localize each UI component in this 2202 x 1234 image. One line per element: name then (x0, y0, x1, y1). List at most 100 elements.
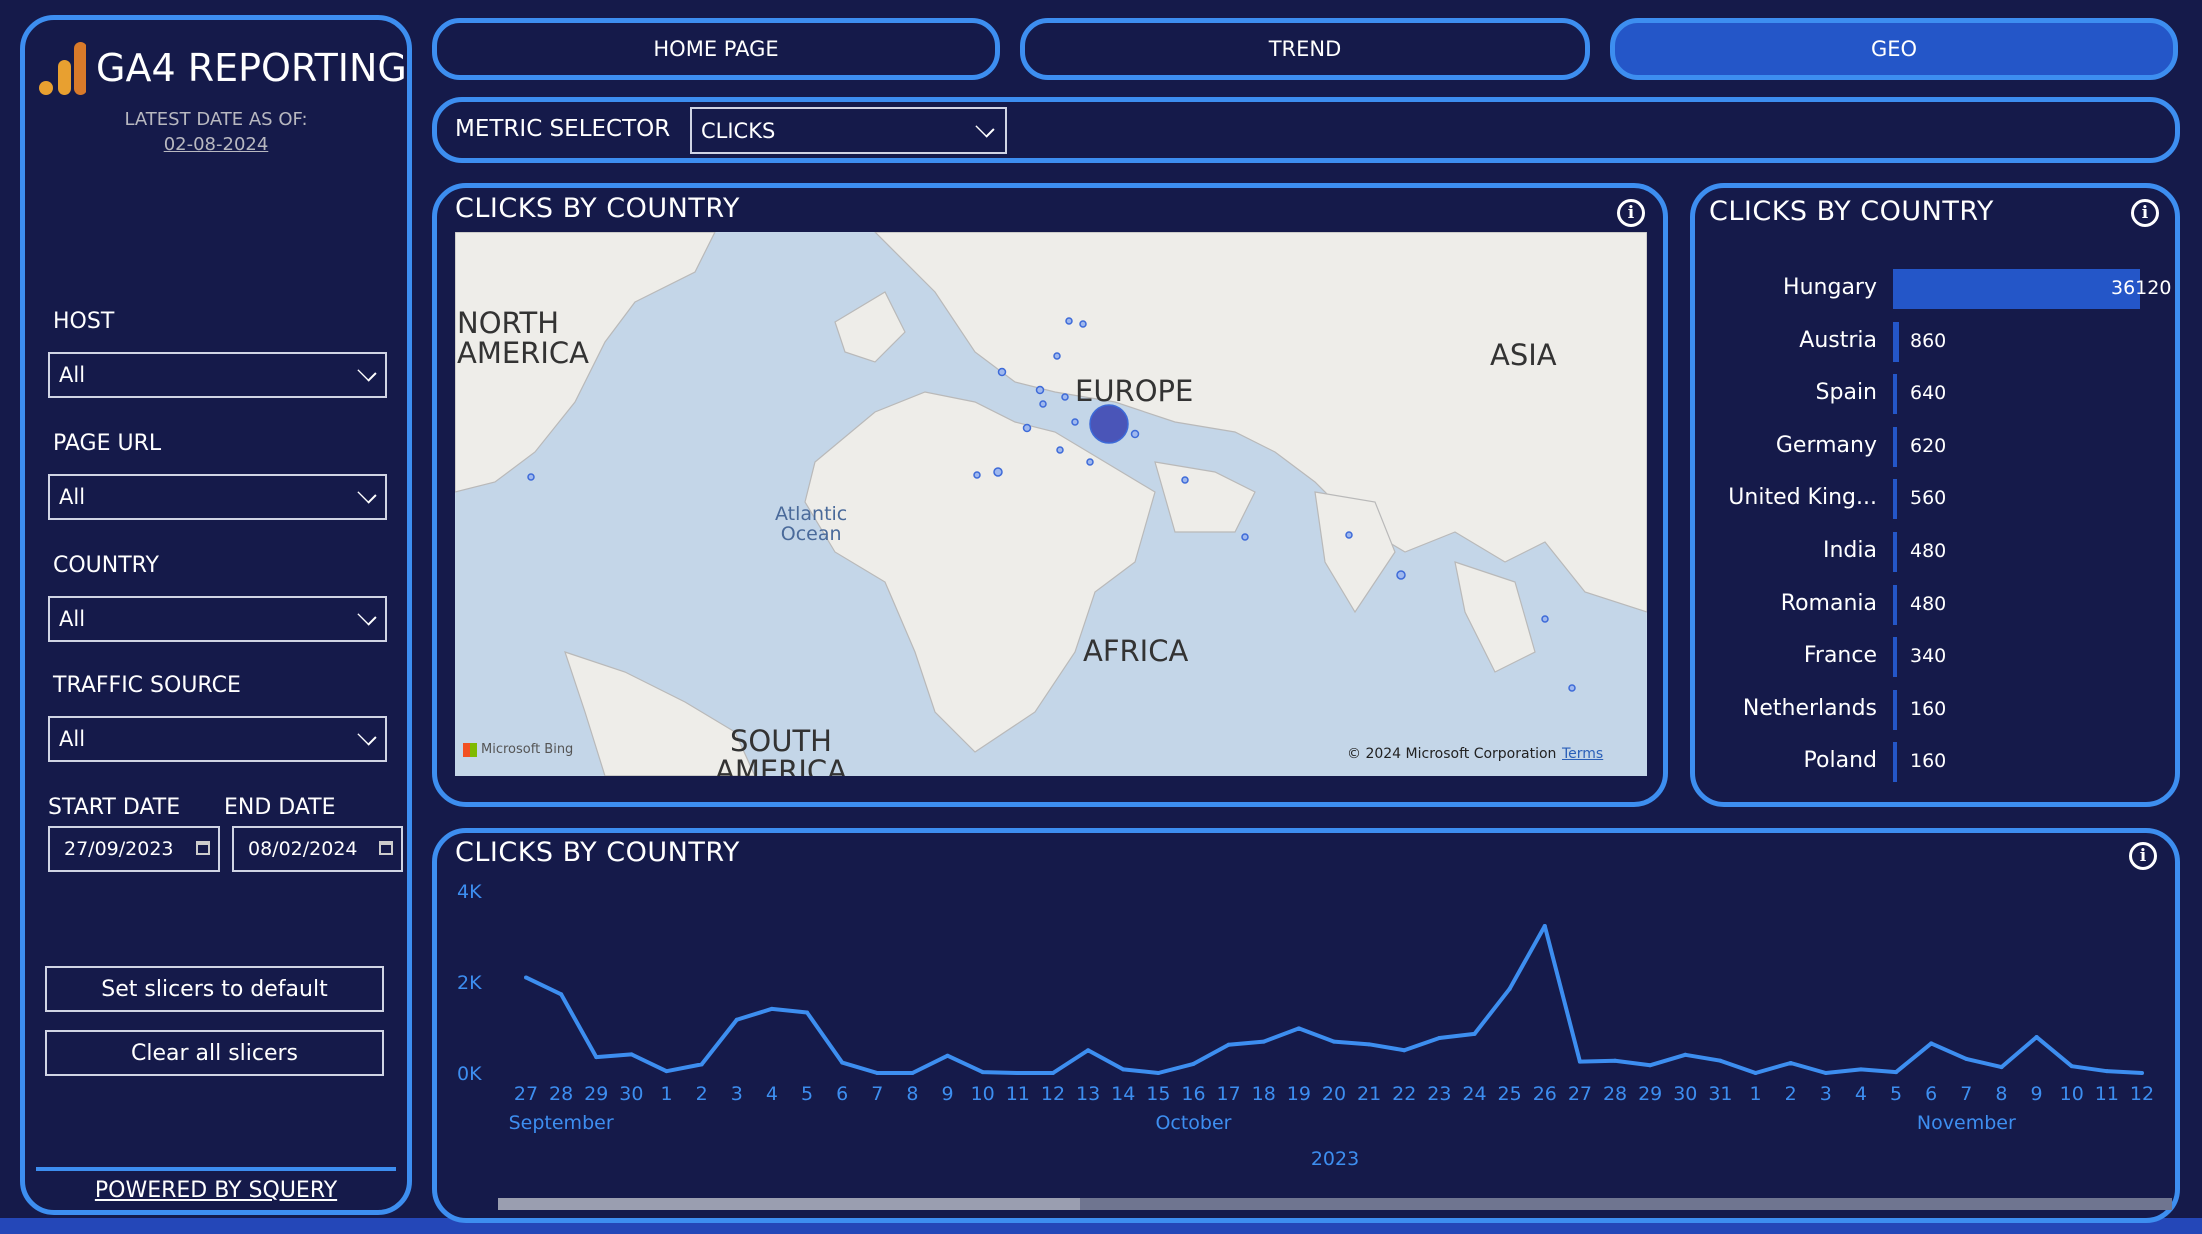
x-tick-label: 19 (1287, 1083, 1311, 1105)
x-tick-label: 16 (1181, 1083, 1205, 1105)
x-tick-label: 13 (1076, 1083, 1100, 1105)
x-tick-label: 12 (2130, 1083, 2154, 1105)
data-point[interactable] (980, 1070, 985, 1075)
data-point[interactable] (1191, 1061, 1196, 1066)
data-point[interactable] (1261, 1039, 1266, 1044)
data-point[interactable] (1156, 1071, 1161, 1075)
data-point[interactable] (1613, 1058, 1618, 1063)
x-tick-label: 18 (1252, 1083, 1276, 1105)
data-point[interactable] (1577, 1059, 1582, 1064)
data-point[interactable] (1086, 1048, 1091, 1053)
x-tick-label: 24 (1462, 1083, 1486, 1105)
data-point[interactable] (1437, 1035, 1442, 1040)
data-point[interactable] (1858, 1067, 1863, 1072)
data-point[interactable] (769, 1006, 774, 1011)
x-tick-label: 30 (1673, 1083, 1697, 1105)
x-tick-label: 28 (549, 1083, 573, 1105)
month-label: October (1155, 1112, 1231, 1134)
x-tick-label: 8 (1995, 1083, 2007, 1105)
x-tick-label: 30 (619, 1083, 643, 1105)
x-tick-label: 28 (1603, 1083, 1627, 1105)
data-point[interactable] (875, 1071, 880, 1075)
x-tick-label: 1 (660, 1083, 672, 1105)
x-tick-label: 20 (1322, 1083, 1346, 1105)
data-point[interactable] (1718, 1058, 1723, 1063)
data-point[interactable] (2104, 1069, 2109, 1074)
data-point[interactable] (1788, 1060, 1793, 1065)
scrollbar-thumb[interactable] (498, 1198, 1080, 1210)
data-point[interactable] (1894, 1070, 1899, 1075)
x-tick-label: 4 (1855, 1083, 1867, 1105)
data-point[interactable] (664, 1069, 669, 1074)
year-label: 2023 (1311, 1148, 1359, 1170)
data-point[interactable] (1296, 1026, 1301, 1031)
x-tick-label: 29 (584, 1083, 608, 1105)
data-point[interactable] (840, 1060, 845, 1065)
y-tick-label: 2K (457, 972, 482, 994)
x-tick-label: 8 (906, 1083, 918, 1105)
x-tick-label: 4 (766, 1083, 778, 1105)
data-point[interactable] (1367, 1042, 1372, 1047)
y-tick-label: 4K (457, 881, 482, 903)
x-tick-label: 21 (1357, 1083, 1381, 1105)
data-point[interactable] (2069, 1064, 2074, 1069)
data-point[interactable] (1332, 1039, 1336, 1044)
x-tick-label: 11 (2095, 1083, 2119, 1105)
x-tick-label: 5 (801, 1083, 813, 1105)
data-point[interactable] (2140, 1071, 2144, 1075)
data-point[interactable] (1753, 1071, 1758, 1075)
x-tick-label: 23 (1427, 1083, 1451, 1105)
data-point[interactable] (594, 1055, 599, 1060)
x-tick-label: 31 (1708, 1083, 1732, 1105)
data-point[interactable] (945, 1053, 950, 1058)
x-tick-label: 3 (1820, 1083, 1832, 1105)
x-tick-label: 9 (942, 1083, 954, 1105)
data-point[interactable] (699, 1062, 704, 1067)
data-point[interactable] (805, 1010, 810, 1015)
y-tick-label: 0K (457, 1063, 482, 1085)
x-tick-label: 7 (871, 1083, 883, 1105)
data-point[interactable] (1929, 1041, 1934, 1046)
x-tick-label: 12 (1041, 1083, 1065, 1105)
x-tick-label: 29 (1638, 1083, 1662, 1105)
line-series[interactable] (525, 924, 2143, 1075)
x-tick-label: 22 (1392, 1083, 1416, 1105)
x-tick-label: 2 (1785, 1083, 1797, 1105)
data-point[interactable] (1472, 1031, 1477, 1036)
x-tick-label: 7 (1960, 1083, 1972, 1105)
month-label: November (1917, 1112, 2016, 1134)
x-tick-label: 11 (1006, 1083, 1030, 1105)
data-point[interactable] (1683, 1052, 1688, 1057)
x-tick-label: 2 (696, 1083, 708, 1105)
data-point[interactable] (1999, 1065, 2004, 1070)
x-tick-label: 9 (2031, 1083, 2043, 1105)
data-point[interactable] (629, 1052, 634, 1057)
x-tick-label: 3 (731, 1083, 743, 1105)
data-point[interactable] (1964, 1056, 1969, 1061)
x-tick-label: 5 (1890, 1083, 1902, 1105)
x-tick-label: 27 (514, 1083, 538, 1105)
x-tick-label: 27 (1568, 1083, 1592, 1105)
data-point[interactable] (910, 1071, 915, 1075)
x-tick-label: 10 (2060, 1083, 2084, 1105)
data-point[interactable] (524, 975, 528, 980)
x-tick-label: 14 (1111, 1083, 1135, 1105)
data-point[interactable] (1121, 1067, 1126, 1072)
data-point[interactable] (2034, 1035, 2039, 1040)
x-tick-label: 15 (1146, 1083, 1170, 1105)
x-tick-label: 1 (1750, 1083, 1762, 1105)
data-point[interactable] (1050, 1071, 1055, 1075)
data-point[interactable] (1648, 1063, 1653, 1068)
data-point[interactable] (1015, 1071, 1020, 1075)
x-tick-label: 25 (1498, 1083, 1522, 1105)
data-point[interactable] (1226, 1042, 1231, 1047)
month-label: September (509, 1112, 614, 1134)
line-chart: 0K2K4K27 28 29 30 1 2 3 4 5 6 7 8 9 10 11 12 13 14 15 16 17 1… (457, 881, 2154, 1170)
data-point[interactable] (559, 992, 564, 997)
data-point[interactable] (1507, 986, 1512, 991)
x-tick-label: 6 (1925, 1083, 1937, 1105)
data-point[interactable] (1542, 924, 1547, 929)
data-point[interactable] (1823, 1071, 1828, 1075)
data-point[interactable] (734, 1017, 739, 1022)
data-point[interactable] (1402, 1048, 1407, 1053)
